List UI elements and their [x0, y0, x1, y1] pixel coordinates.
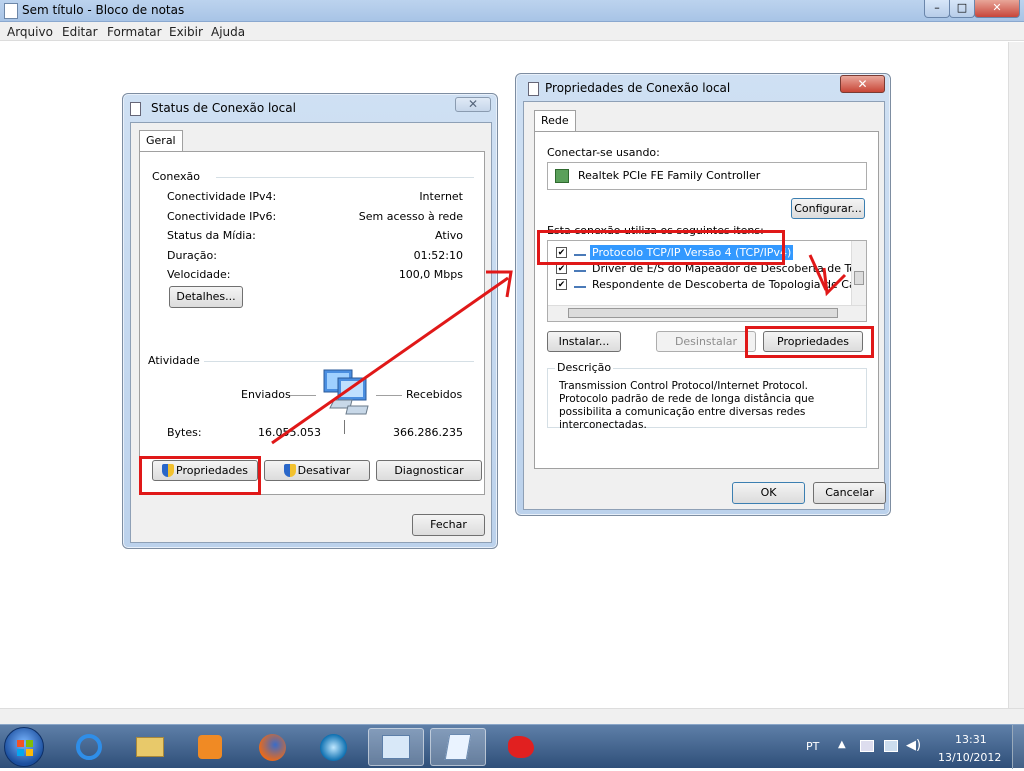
taskbar-notepad[interactable] — [430, 728, 486, 766]
browser-icon — [320, 734, 347, 761]
network-control-panel-icon — [382, 735, 410, 759]
annotation-arrows — [271, 254, 847, 445]
arrow-line — [271, 276, 509, 445]
paint-splash-icon — [508, 736, 534, 758]
language-indicator[interactable]: PT — [806, 740, 819, 753]
clock-date[interactable]: 13/10/2012 — [938, 751, 1001, 764]
taskbar: PT ▲ ◀) 13:31 13/10/2012 — [0, 724, 1024, 769]
clock-time[interactable]: 13:31 — [955, 733, 987, 746]
taskbar-windows-explorer[interactable] — [122, 728, 178, 766]
taskbar-internet-explorer[interactable] — [62, 728, 118, 766]
show-desktop-button[interactable] — [1012, 725, 1024, 769]
volume-icon[interactable]: ◀) — [906, 738, 921, 753]
windows-logo-icon — [17, 740, 33, 756]
taskbar-control-panel[interactable] — [368, 728, 424, 766]
notepad-icon — [444, 734, 472, 760]
action-center-icon[interactable] — [860, 740, 874, 752]
folder-icon — [136, 737, 164, 757]
taskbar-paint[interactable] — [494, 728, 550, 766]
taskbar-other-browser[interactable] — [306, 728, 362, 766]
media-player-icon — [198, 735, 222, 759]
taskbar-firefox[interactable] — [245, 728, 301, 766]
show-hidden-icons-icon[interactable]: ▲ — [838, 739, 846, 750]
start-button[interactable] — [4, 727, 44, 767]
network-tray-icon[interactable] — [884, 740, 898, 752]
arrow-head-icon — [822, 267, 847, 297]
taskbar-media-player[interactable] — [182, 728, 238, 766]
firefox-icon — [259, 734, 286, 761]
internet-explorer-icon — [76, 734, 102, 760]
